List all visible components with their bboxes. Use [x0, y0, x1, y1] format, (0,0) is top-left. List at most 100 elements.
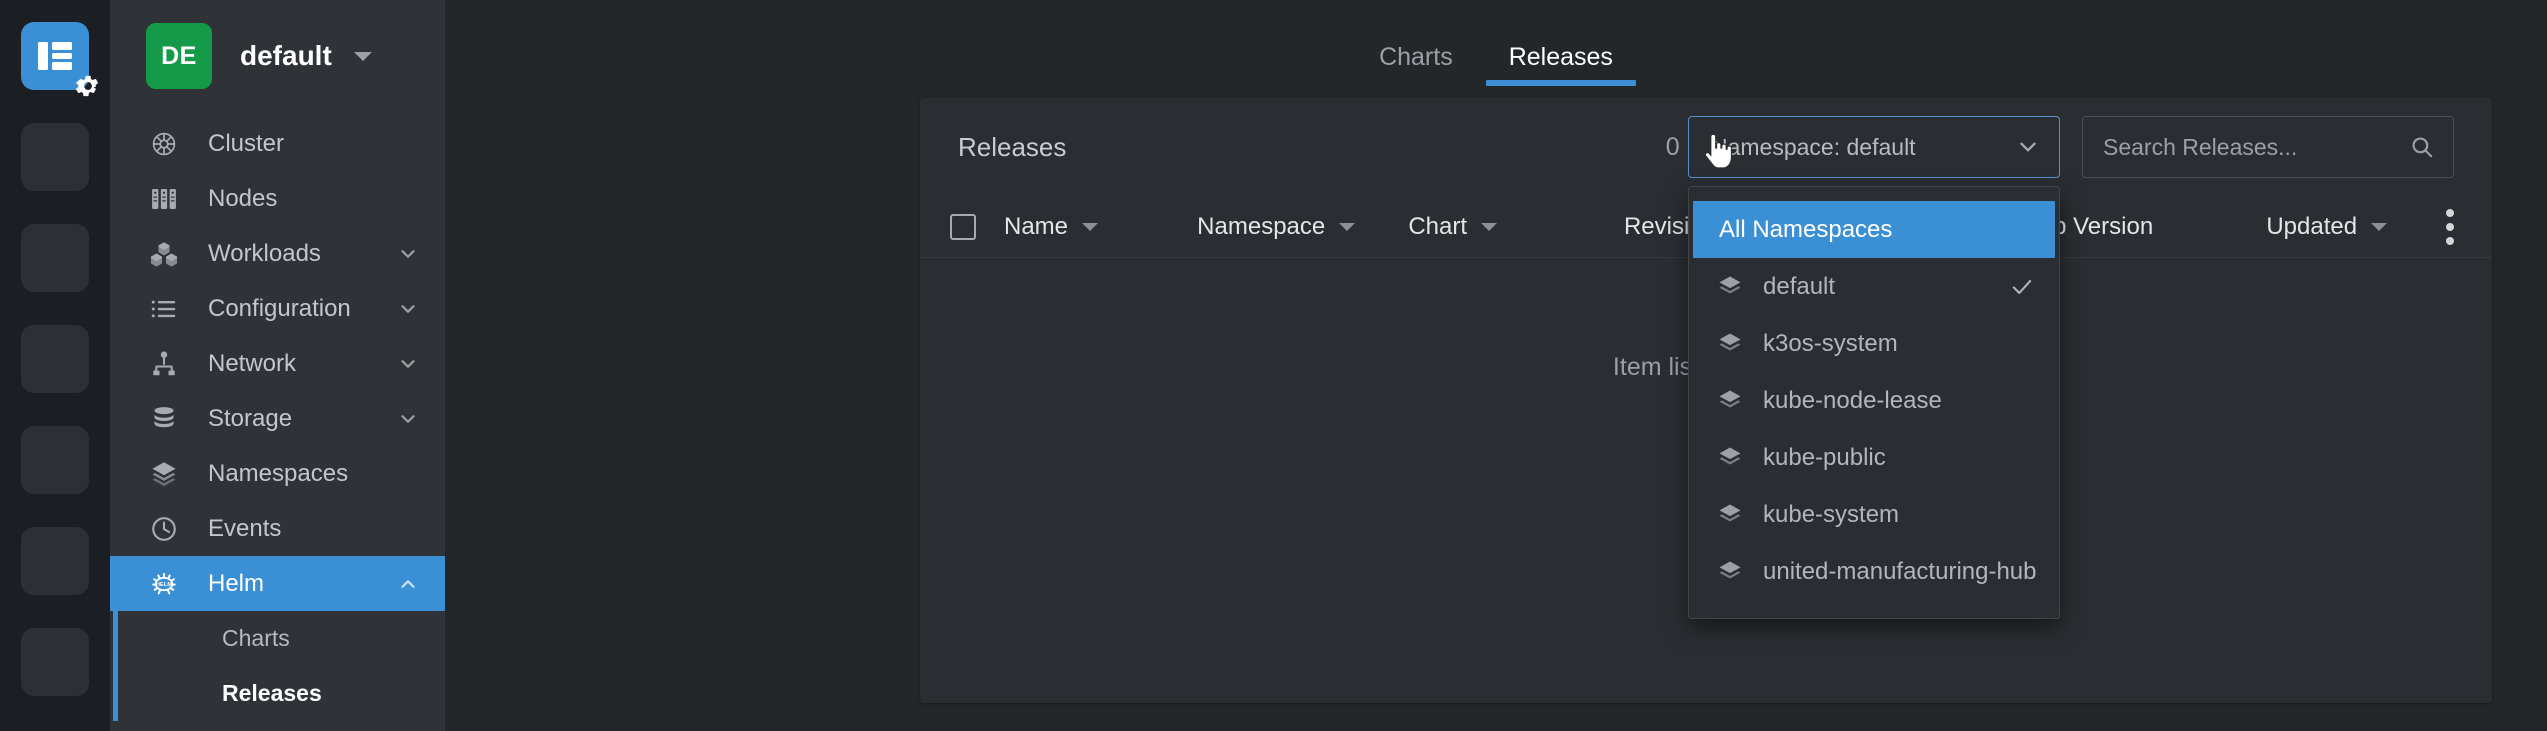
tab-label: Charts [1379, 43, 1453, 71]
sort-caret-icon[interactable] [2371, 223, 2387, 231]
sidebar-item-partial-next[interactable] [110, 721, 445, 731]
content-area: Charts Releases Releases 0 items Namespa… [445, 0, 2547, 731]
sidebar-item-network[interactable]: Network [110, 336, 445, 391]
sidebar-item-cluster[interactable]: Cluster [110, 116, 445, 171]
sidebar-subitem-releases[interactable]: Releases [110, 666, 445, 721]
dropdown-item-label: k3os-system [1763, 330, 1898, 358]
chevron-down-icon[interactable] [397, 408, 419, 430]
app-rail-placeholder[interactable] [21, 325, 89, 393]
active-app-icon-button[interactable] [21, 22, 89, 90]
svg-text:HELM: HELM [156, 582, 173, 588]
card-toolbar: Releases 0 items Namespace: default Sear… [920, 98, 2492, 196]
sidebar-item-configuration[interactable]: Configuration [110, 281, 445, 336]
column-label: Chart [1408, 213, 1467, 241]
sidebar-item-label: Storage [208, 405, 292, 433]
dropdown-item-label: united-manufacturing-hub [1763, 558, 2037, 586]
helm-wheel-icon [146, 126, 182, 162]
dashboard-grid-icon [38, 42, 72, 70]
sidebar-item-label: Helm [208, 570, 264, 598]
dropdown-item-label: kube-node-lease [1763, 387, 1942, 415]
app-rail-placeholder[interactable] [21, 224, 89, 292]
content-tabbar: Charts Releases [445, 0, 2547, 86]
search-icon[interactable] [2409, 134, 2435, 160]
dropdown-item-united-manufacturing-hub[interactable]: united-manufacturing-hub [1689, 543, 2059, 600]
dropdown-item-default[interactable]: default [1689, 258, 2059, 315]
server-rack-icon [146, 181, 182, 217]
database-icon [146, 401, 182, 437]
dropdown-item-k3os-system[interactable]: k3os-system [1689, 315, 2059, 372]
chevron-down-icon[interactable] [397, 298, 419, 320]
sidebar-item-helm[interactable]: HELM Helm [110, 556, 445, 611]
layers-icon [1715, 500, 1745, 530]
layers-icon [146, 456, 182, 492]
dropdown-item-all-namespaces[interactable]: All Namespaces [1693, 201, 2055, 258]
sidebar-item-storage[interactable]: Storage [110, 391, 445, 446]
sidebar-nav-list: Cluster Nodes Workloads Configurati [110, 112, 445, 731]
namespace-select-value: Namespace: default [1711, 134, 1916, 161]
column-header-name[interactable]: Name [1004, 213, 1197, 241]
layers-icon [1715, 329, 1745, 359]
sort-caret-icon[interactable] [1339, 223, 1355, 231]
sidebar-item-events[interactable]: Events [110, 501, 445, 556]
column-header-namespace[interactable]: Namespace [1197, 213, 1408, 241]
dropdown-item-label: kube-public [1763, 444, 1886, 472]
gear-icon[interactable] [75, 73, 101, 99]
chevron-down-icon[interactable] [2015, 134, 2041, 160]
sidebar-subitem-label: Releases [222, 680, 322, 707]
namespace-avatar: DE [146, 23, 212, 89]
kebab-menu-icon[interactable] [2446, 209, 2454, 245]
search-releases-input[interactable]: Search Releases... [2082, 116, 2454, 178]
list-icon [146, 291, 182, 327]
layers-icon [1715, 386, 1745, 416]
namespace-dropdown-menu[interactable]: All Namespaces default k3os-system [1688, 186, 2060, 619]
select-all-checkbox[interactable] [950, 214, 976, 240]
app-rail-placeholder[interactable] [21, 426, 89, 494]
app-rail-placeholder[interactable] [21, 628, 89, 696]
check-icon [2009, 274, 2035, 300]
namespace-select[interactable]: Namespace: default [1688, 116, 2060, 178]
chevron-up-icon[interactable] [397, 573, 419, 595]
cubes-icon [146, 236, 182, 272]
dropdown-item-label: All Namespaces [1719, 216, 1892, 244]
sidebar-item-workloads[interactable]: Workloads [110, 226, 445, 281]
app-rail-placeholder[interactable] [21, 123, 89, 191]
sidebar-item-label: Workloads [208, 240, 321, 268]
column-header-app-version[interactable]: App Version [2024, 213, 2267, 241]
sidebar-item-namespaces[interactable]: Namespaces [110, 446, 445, 501]
helm-logo-icon: HELM [146, 566, 182, 602]
card-title: Releases [958, 132, 1066, 163]
sort-caret-icon[interactable] [1082, 223, 1098, 231]
sidebar-item-label: Namespaces [208, 460, 348, 488]
dropdown-item-kube-node-lease[interactable]: kube-node-lease [1689, 372, 2059, 429]
caret-down-icon[interactable] [354, 52, 372, 61]
namespace-switcher[interactable]: DE default [110, 0, 445, 112]
sidebar-item-nodes[interactable]: Nodes [110, 171, 445, 226]
search-placeholder: Search Releases... [2103, 134, 2297, 161]
sidebar-item-label: Nodes [208, 185, 277, 213]
dropdown-item-kube-public[interactable]: kube-public [1689, 429, 2059, 486]
dropdown-item-label: kube-system [1763, 501, 1899, 529]
layers-icon [1715, 443, 1745, 473]
chevron-down-icon[interactable] [397, 243, 419, 265]
sidebar-helm-submenu: Charts Releases [110, 611, 445, 721]
namespace-name: default [240, 40, 332, 72]
clock-icon [146, 511, 182, 547]
sidebar-subitem-charts[interactable]: Charts [110, 611, 445, 666]
kubernetes-dashboard-window: DE default Cluster Nodes Wo [0, 0, 2547, 731]
tab-charts[interactable]: Charts [1351, 45, 1481, 86]
network-node-icon [146, 346, 182, 382]
column-header-updated[interactable]: Updated [2266, 213, 2446, 241]
layers-icon [1715, 272, 1745, 302]
dropdown-item-kube-system[interactable]: kube-system [1689, 486, 2059, 543]
sidebar-item-label: Configuration [208, 295, 351, 323]
app-rail-placeholder[interactable] [21, 527, 89, 595]
column-label: Updated [2266, 213, 2357, 241]
column-header-chart[interactable]: Chart [1408, 213, 1624, 241]
sidebar-item-label: Cluster [208, 130, 284, 158]
chevron-down-icon[interactable] [397, 353, 419, 375]
tab-label: Releases [1509, 43, 1613, 71]
sort-caret-icon[interactable] [1481, 223, 1497, 231]
toolbar-right-group: Namespace: default Search Releases... [1688, 116, 2454, 178]
sidebar-subitem-label: Charts [222, 625, 290, 652]
tab-releases[interactable]: Releases [1481, 45, 1641, 86]
